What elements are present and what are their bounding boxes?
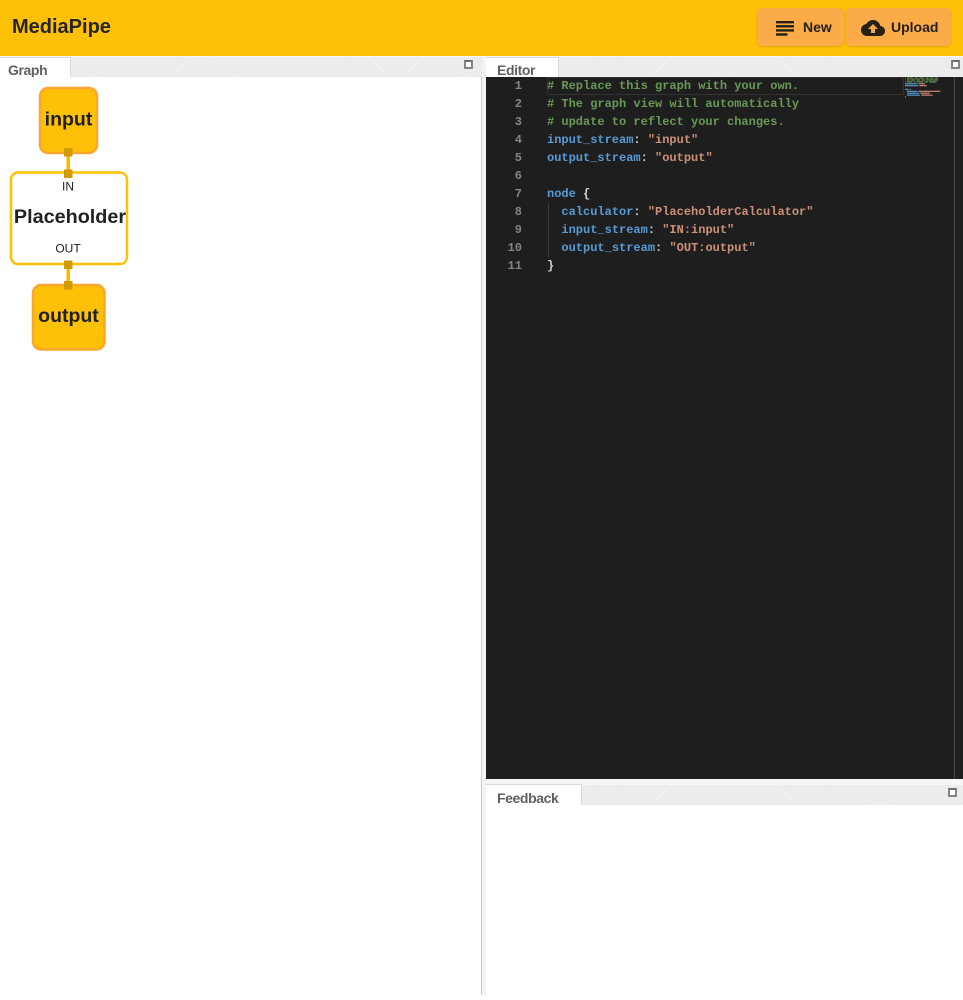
svg-text:Placeholder: Placeholder <box>14 206 126 228</box>
svg-text:output: output <box>38 305 99 327</box>
svg-text:IN: IN <box>62 180 74 194</box>
svg-text:input: input <box>45 109 93 131</box>
svg-text:OUT: OUT <box>55 242 81 256</box>
